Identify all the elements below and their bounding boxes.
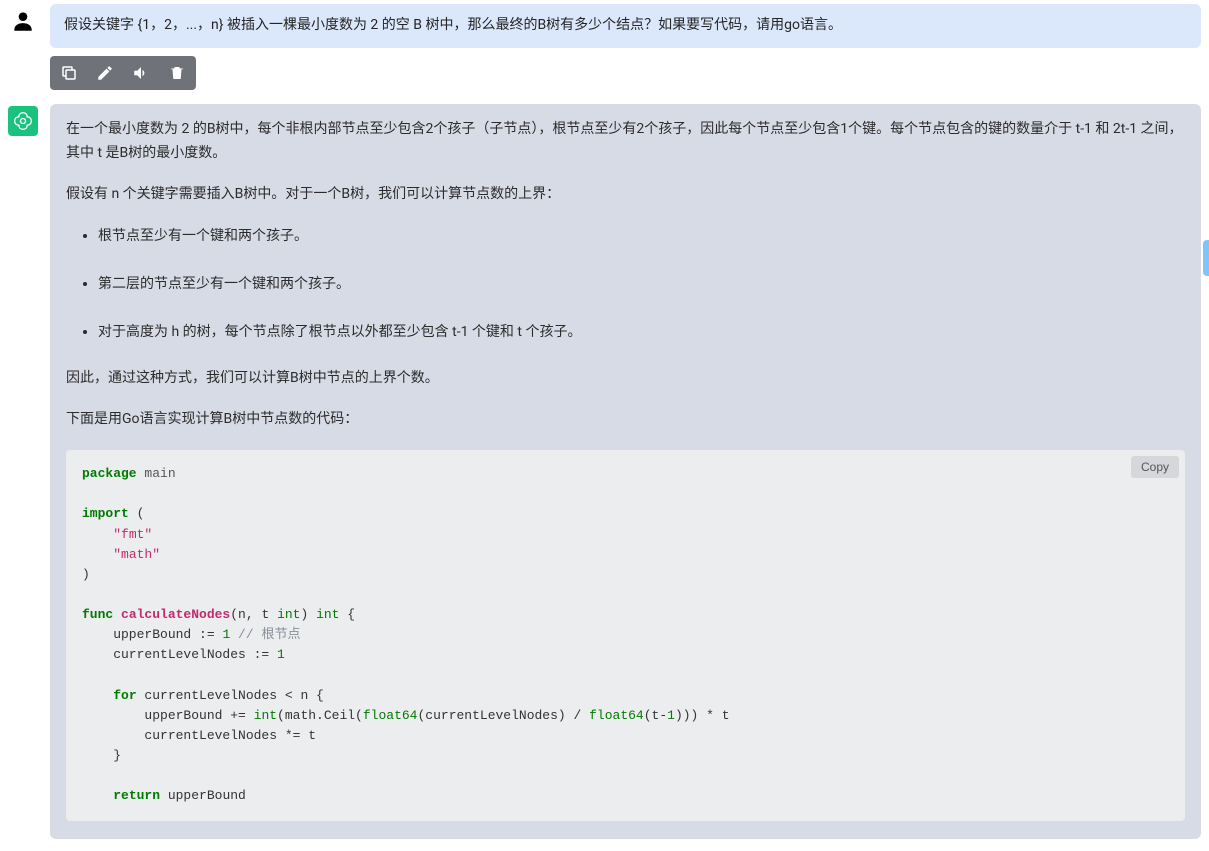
code-type: float64	[363, 708, 418, 723]
copy-icon	[60, 64, 78, 82]
code-text: ))) * t	[675, 708, 730, 723]
code-text: currentLevelNodes *= t	[82, 728, 316, 743]
code-number: 1	[277, 647, 285, 662]
code-keyword: import	[82, 506, 129, 521]
user-avatar-icon	[8, 6, 38, 36]
code-text: upperBound	[160, 788, 246, 803]
assistant-message-row: 在一个最小度数为 2 的B树中，每个非根内部节点至少包含2个孩子（子节点），根节…	[8, 104, 1201, 839]
assistant-paragraph-1: 在一个最小度数为 2 的B树中，每个非根内部节点至少包含2个孩子（子节点），根节…	[66, 118, 1185, 166]
code-function: calculateNodes	[113, 607, 230, 622]
code-text: (currentLevelNodes) /	[417, 708, 589, 723]
code-keyword: func	[82, 607, 113, 622]
code-text: (	[129, 506, 145, 521]
code-text: )	[82, 567, 90, 582]
code-text: (math.Ceil(	[277, 708, 363, 723]
edit-icon	[96, 64, 114, 82]
list-item: 对于高度为 h 的树，每个节点除了根节点以外都至少包含 t-1 个键和 t 个孩…	[98, 321, 1185, 345]
code-text: }	[82, 748, 121, 763]
delete-button[interactable]	[166, 62, 188, 84]
assistant-paragraph-3: 因此，通过这种方式，我们可以计算B树中节点的上界个数。	[66, 367, 1185, 391]
code-keyword: package	[82, 466, 137, 481]
code-type: int	[277, 607, 300, 622]
list-item: 根节点至少有一个键和两个孩子。	[98, 225, 1185, 249]
toolbar-inner	[50, 56, 196, 90]
code-type: int	[254, 708, 277, 723]
code-text: upperBound :=	[82, 627, 222, 642]
code-keyword: return	[113, 788, 160, 803]
assistant-message-bubble: 在一个最小度数为 2 的B树中，每个非根内部节点至少包含2个孩子（子节点），根节…	[50, 104, 1201, 839]
code-text: )	[300, 607, 316, 622]
assistant-content: 在一个最小度数为 2 的B树中，每个非根内部节点至少包含2个孩子（子节点），根节…	[66, 118, 1185, 821]
assistant-list: 根节点至少有一个键和两个孩子。 第二层的节点至少有一个键和两个孩子。 对于高度为…	[66, 225, 1185, 344]
code-text: currentLevelNodes :=	[82, 647, 277, 662]
assistant-paragraph-2: 假设有 n 个关键字需要插入B树中。对于一个B树，我们可以计算节点数的上界：	[66, 183, 1185, 207]
edit-button[interactable]	[94, 62, 116, 84]
message-toolbar	[50, 56, 1201, 90]
code-string: "fmt"	[113, 527, 152, 542]
code-type: int	[316, 607, 339, 622]
copy-button[interactable]	[58, 62, 80, 84]
code-text: upperBound +=	[82, 708, 254, 723]
list-item: 第二层的节点至少有一个键和两个孩子。	[98, 273, 1185, 297]
code-keyword: for	[113, 688, 136, 703]
code-block: Copy package main import ( "fmt" "math" )…	[66, 450, 1185, 820]
assistant-avatar-icon	[8, 106, 38, 136]
audio-icon	[132, 64, 150, 82]
code-string: "math"	[113, 547, 160, 562]
code-text: (t-	[644, 708, 667, 723]
user-message-row: 假设关键字 {1，2，...，n} 被插入一棵最小度数为 2 的空 B 树中，那…	[8, 4, 1201, 48]
code-text: main	[137, 466, 176, 481]
code-text: {	[339, 607, 355, 622]
user-message-bubble: 假设关键字 {1，2，...，n} 被插入一棵最小度数为 2 的空 B 树中，那…	[50, 4, 1201, 48]
user-message-text: 假设关键字 {1，2，...，n} 被插入一棵最小度数为 2 的空 B 树中，那…	[64, 17, 842, 33]
code-text: currentLevelNodes < n {	[137, 688, 324, 703]
code-copy-button[interactable]: Copy	[1131, 456, 1179, 478]
assistant-paragraph-4: 下面是用Go语言实现计算B树中节点数的代码：	[66, 408, 1185, 432]
code-number: 1	[667, 708, 675, 723]
delete-icon	[168, 64, 186, 82]
code-comment: // 根节点	[230, 627, 300, 642]
code-type: float64	[589, 708, 644, 723]
side-indicator[interactable]	[1203, 240, 1209, 276]
audio-button[interactable]	[130, 62, 152, 84]
chat-container: 假设关键字 {1，2，...，n} 被插入一棵最小度数为 2 的空 B 树中，那…	[0, 0, 1209, 851]
code-text: (n, t	[230, 607, 277, 622]
